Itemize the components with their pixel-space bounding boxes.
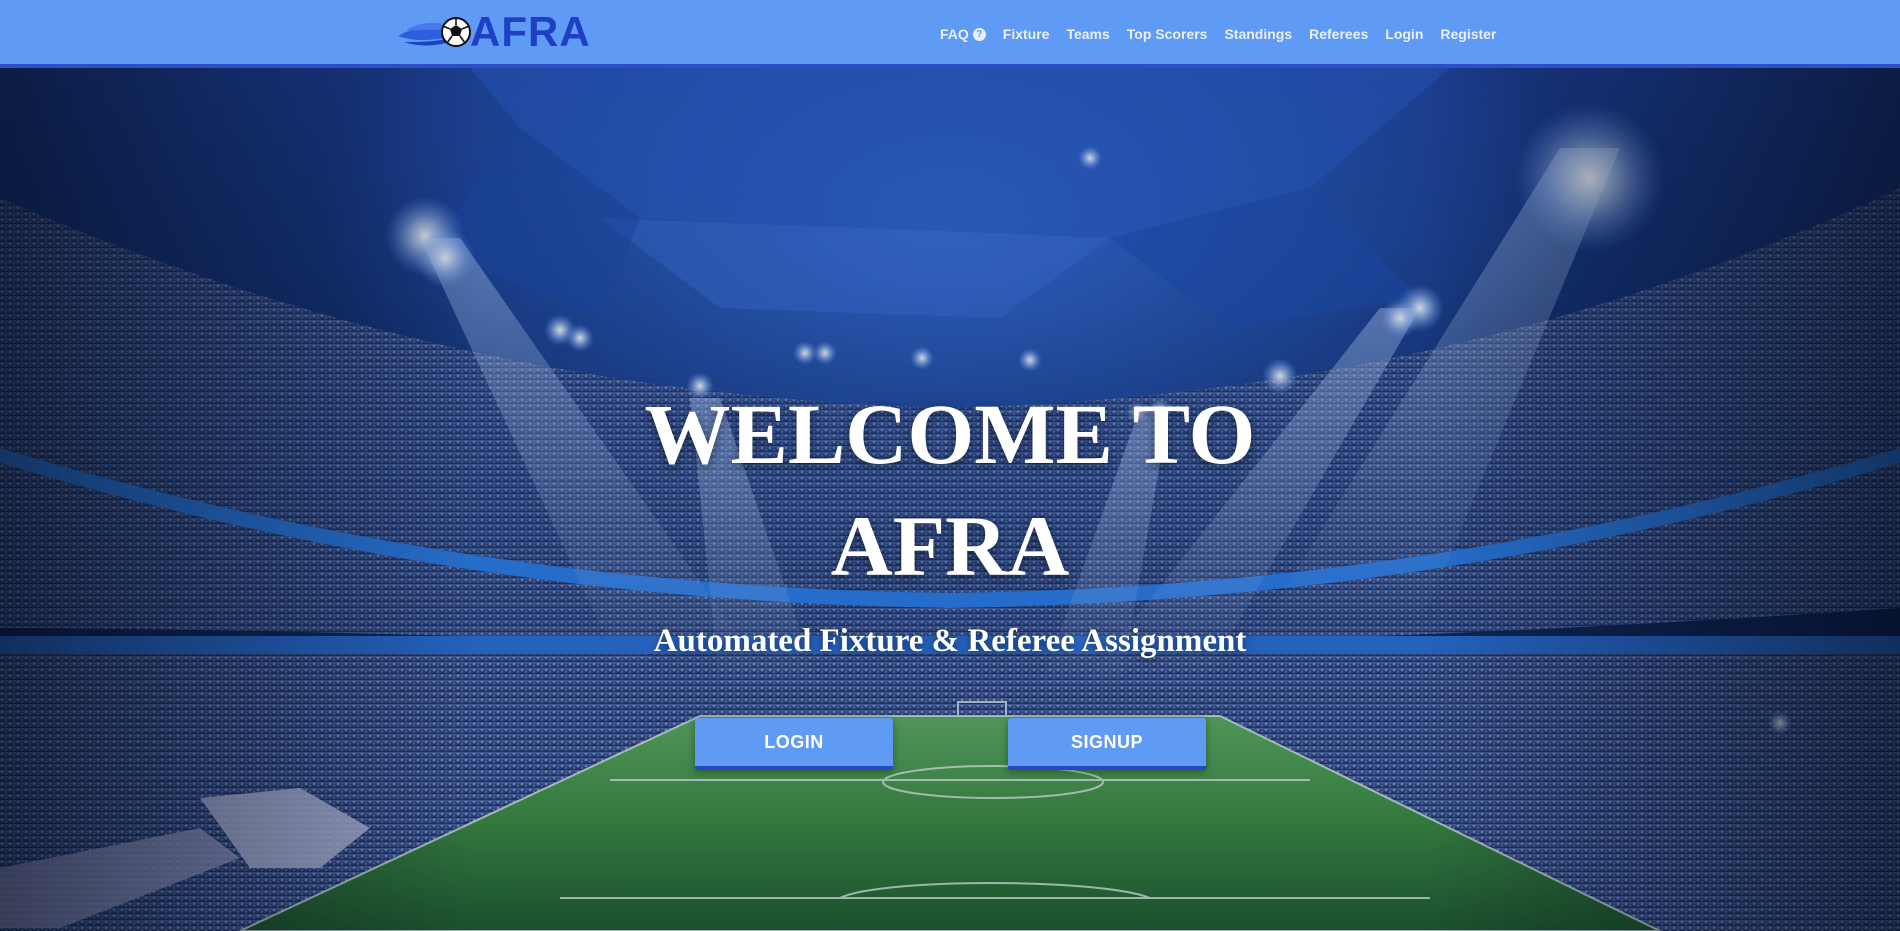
main-nav: FAQ ? Fixture Teams Top Scorers Standing…: [940, 22, 1496, 46]
login-button[interactable]: LOGIN: [695, 718, 893, 770]
signup-button[interactable]: SIGNUP: [1008, 718, 1206, 770]
question-circle-icon: ?: [972, 27, 986, 41]
nav-standings[interactable]: Standings: [1224, 26, 1292, 42]
nav-teams[interactable]: Teams: [1066, 26, 1109, 42]
nav-top-scorers[interactable]: Top Scorers: [1127, 26, 1208, 42]
nav-register[interactable]: Register: [1440, 26, 1496, 42]
brand-logo-link[interactable]: AFRA: [396, 10, 591, 54]
nav-login[interactable]: Login: [1385, 26, 1423, 42]
nav-faq[interactable]: FAQ ?: [940, 26, 986, 42]
brand-name: AFRA: [470, 8, 591, 55]
nav-faq-label: FAQ: [940, 26, 969, 42]
hero-subtitle: Automated Fixture & Referee Assignment: [653, 623, 1247, 659]
top-navbar: AFRA FAQ ? Fixture Teams Top Scorers Sta…: [0, 0, 1900, 68]
nav-fixture[interactable]: Fixture: [1003, 26, 1050, 42]
nav-referees[interactable]: Referees: [1309, 26, 1368, 42]
hero-section: WELCOME TO AFRA Automated Fixture & Refe…: [0, 68, 1900, 931]
hero-title: WELCOME TO AFRA: [644, 386, 1256, 594]
soccer-ball-flame-icon: [398, 17, 471, 47]
